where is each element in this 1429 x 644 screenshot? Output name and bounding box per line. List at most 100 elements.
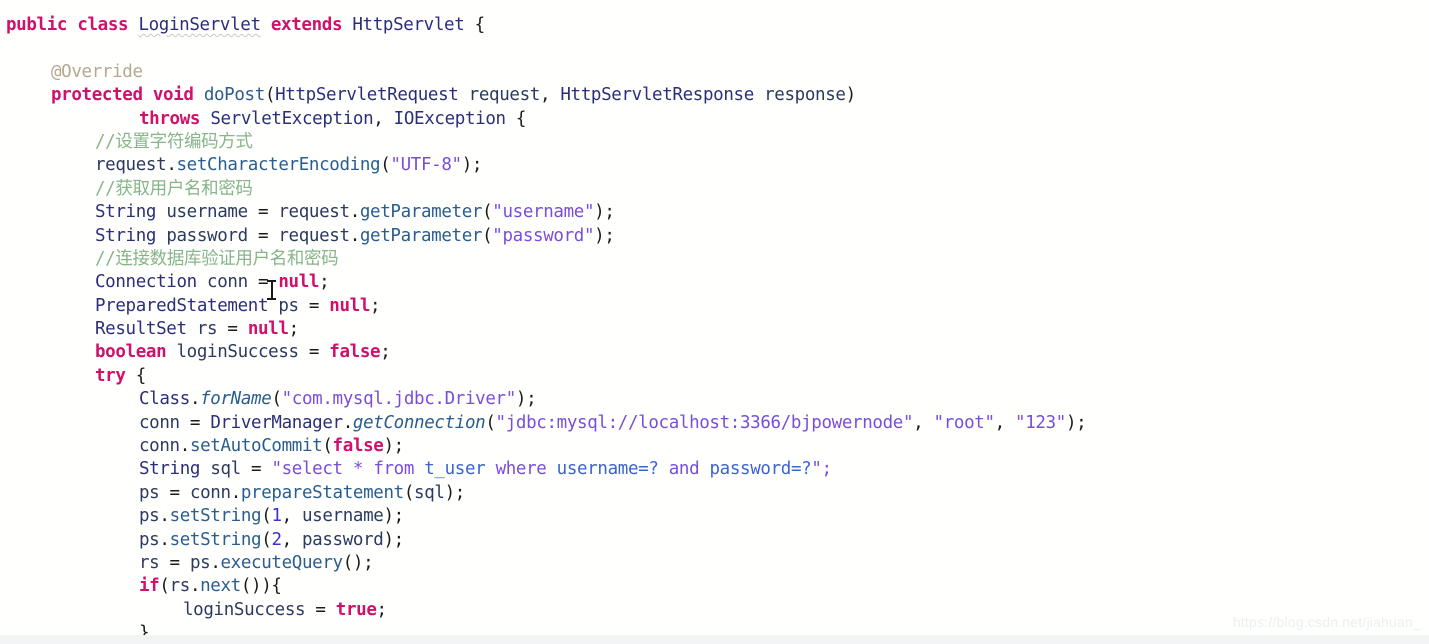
dot-5: . [342, 412, 354, 433]
semicolon-3: ; [288, 319, 300, 340]
paren-open-6: ( [485, 412, 496, 433]
paren-close-6: ); [1065, 412, 1087, 433]
code-line-22[interactable]: ps.setString(1, username); [0, 505, 1429, 528]
exception-ioexception: IOException [393, 108, 506, 129]
class-reference-drivermanager: DriverManager [210, 412, 343, 433]
code-line-1[interactable]: public class LoginServlet extends HttpSe… [0, 14, 1429, 37]
paren-close-10: ); [383, 529, 405, 550]
dot-3: . [349, 225, 361, 246]
code-line-16[interactable]: try { [0, 365, 1429, 388]
type-resultset: ResultSet [95, 319, 187, 340]
keyword-class: class [77, 15, 129, 35]
paren-close-4: ); [594, 225, 615, 246]
paren-pair-1: (); [342, 552, 374, 573]
code-line-19[interactable]: conn.setAutoCommit(false); [0, 435, 1429, 458]
literal-false-2: false [332, 436, 384, 457]
semicolon-4: ; [380, 342, 391, 363]
object-conn: conn [139, 436, 180, 457]
keyword-extends: extends [270, 15, 343, 35]
exception-servletexception: ServletException [210, 108, 374, 129]
number-index-2: 2 [271, 529, 282, 550]
param-name-response: response [764, 85, 846, 106]
type-string-2: String [95, 225, 157, 246]
string-utf8: "UTF-8" [390, 155, 462, 176]
dot-10: . [210, 552, 221, 573]
source-code-block[interactable]: public class LoginServlet extends HttpSe… [0, 0, 1429, 644]
method-forname: forName [200, 389, 272, 410]
literal-true: true [335, 599, 377, 620]
code-line-10[interactable]: String password = request.getParameter("… [0, 225, 1429, 248]
code-line-25[interactable]: if(rs.next()){ [0, 575, 1429, 598]
paren-open-10: ( [261, 529, 272, 550]
sql-keyword-and: and [668, 459, 700, 480]
literal-false-1: false [329, 342, 381, 363]
assign-7: = [179, 412, 211, 433]
comma-5: , [281, 506, 302, 527]
assign-6: = [298, 342, 330, 363]
code-line-4[interactable]: protected void doPost(HttpServletRequest… [0, 84, 1429, 107]
assign-9: = [159, 482, 190, 503]
sql-keyword-from: from [373, 459, 415, 480]
dot-6: . [179, 436, 191, 457]
code-line-17[interactable]: Class.forName("com.mysql.jdbc.Driver"); [0, 388, 1429, 411]
method-getparameter-1: getParameter [359, 202, 483, 223]
variable-ps-2: ps [139, 482, 160, 503]
paren-close-8: ); [444, 482, 466, 503]
code-line-21[interactable]: ps = conn.prepareStatement(sql); [0, 482, 1429, 505]
method-next: next [200, 576, 241, 597]
code-line-2-blank [0, 37, 1429, 60]
code-line-8[interactable]: //获取用户名和密码 [0, 178, 1429, 201]
sql-condition-username: username=? [546, 459, 669, 480]
semicolon-1: ; [319, 272, 330, 293]
code-line-9[interactable]: String username = request.getParameter("… [0, 201, 1429, 224]
keyword-try: try [95, 365, 126, 386]
paren-open-8: ( [403, 482, 415, 503]
paren-close-7: ); [383, 436, 404, 457]
superclass-httpservlet: HttpServlet [352, 15, 465, 35]
quote-close: "; [811, 459, 832, 480]
code-line-3[interactable]: @Override [0, 61, 1429, 84]
comma-1: , [539, 85, 561, 106]
object-ps-2: ps [139, 529, 160, 550]
keyword-boolean: boolean [95, 342, 167, 363]
code-line-24[interactable]: rs = ps.executeQuery(); [0, 552, 1429, 575]
object-request-3: request [278, 225, 350, 246]
code-line-20[interactable]: String sql = "select * from t_user where… [0, 458, 1429, 481]
code-line-13[interactable]: PreparedStatement ps = null; [0, 295, 1429, 318]
paren-close-11: ()){ [240, 576, 282, 597]
code-line-6[interactable]: //设置字符编码方式 [0, 131, 1429, 154]
paren-open: ( [264, 85, 276, 106]
code-line-26[interactable]: loginSuccess = true; [0, 599, 1429, 622]
variable-loginsuccess: loginSuccess [176, 342, 300, 363]
keyword-throws: throws [139, 108, 201, 129]
paren-close-5: ); [515, 389, 537, 410]
code-line-23[interactable]: ps.setString(2, password); [0, 529, 1429, 552]
type-string-3: String [139, 459, 201, 480]
variable-ps: ps [278, 295, 299, 316]
object-rs: rs [169, 576, 191, 597]
param-type-httpservletrequest: HttpServletRequest [275, 85, 459, 106]
code-line-12[interactable]: Connection conn = null; [0, 271, 1429, 294]
variable-sql: sql [210, 459, 241, 480]
code-line-7[interactable]: request.setCharacterEncoding("UTF-8"); [0, 154, 1429, 177]
method-getparameter-2: getParameter [359, 225, 483, 246]
code-line-18[interactable]: conn = DriverManager.getConnection("jdbc… [0, 412, 1429, 435]
string-db-user: "root" [933, 412, 995, 433]
comma-6: , [281, 529, 302, 550]
sql-keyword-select: select [281, 459, 343, 480]
annotation-override: @Override [51, 61, 143, 82]
assign-1: = [247, 202, 279, 223]
quote-open: " [271, 459, 282, 480]
semicolon-5: ; [376, 599, 388, 620]
method-name-dopost: doPost [203, 85, 265, 106]
argument-password: password [302, 529, 384, 550]
code-line-11[interactable]: //连接数据库验证用户名和密码 [0, 248, 1429, 271]
keyword-void: void [152, 85, 194, 106]
code-line-5[interactable]: throws ServletException, IOException { [0, 108, 1429, 131]
type-connection: Connection [95, 272, 197, 293]
sql-star: * [342, 459, 374, 480]
paren-open-2: ( [380, 155, 391, 176]
code-line-14[interactable]: ResultSet rs = null; [0, 318, 1429, 341]
code-line-15[interactable]: boolean loginSuccess = false; [0, 341, 1429, 364]
dot-8: . [159, 506, 170, 527]
